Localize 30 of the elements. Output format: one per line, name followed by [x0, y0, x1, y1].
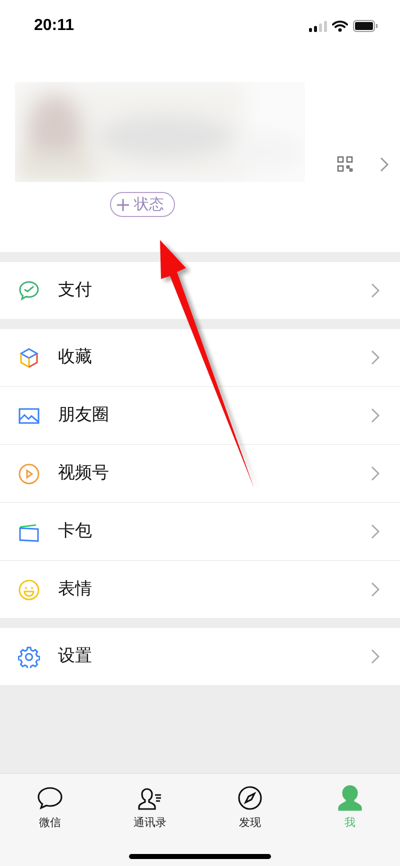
plus-icon — [117, 198, 129, 210]
signal-icon — [309, 20, 327, 32]
menu-item[interactable]: 表情 — [0, 561, 400, 618]
chevron-icon — [371, 283, 380, 298]
tab[interactable]: 通讯录 — [100, 784, 200, 830]
settings-icon — [18, 646, 40, 668]
chevron-icon — [371, 408, 380, 423]
menu-item[interactable]: 设置 — [0, 628, 400, 685]
person-icon — [336, 784, 364, 812]
wifi-icon — [332, 20, 348, 32]
menu-item[interactable]: 视频号 — [0, 445, 400, 503]
menu-item[interactable]: 支付 — [0, 262, 400, 319]
compass-icon — [236, 784, 264, 812]
qr-code-icon[interactable] — [337, 156, 353, 172]
cube-icon — [18, 346, 40, 368]
chevron-icon — [371, 582, 380, 597]
chevron-icon — [371, 466, 380, 481]
smiley-icon — [18, 578, 40, 600]
menu-item[interactable]: 卡包 — [0, 503, 400, 561]
tab[interactable]: 发现 — [200, 784, 300, 830]
status-time: 20:11 — [34, 17, 74, 35]
chevron-icon — [371, 649, 380, 664]
chat-check-icon — [18, 280, 40, 302]
speech-bubble-icon — [36, 784, 64, 812]
chevron-icon[interactable] — [380, 157, 389, 172]
battery-icon — [353, 20, 378, 32]
chevron-icon — [371, 524, 380, 539]
chevron-icon — [371, 350, 380, 365]
play-icon — [18, 462, 40, 484]
tab[interactable]: 微信 — [0, 784, 100, 830]
